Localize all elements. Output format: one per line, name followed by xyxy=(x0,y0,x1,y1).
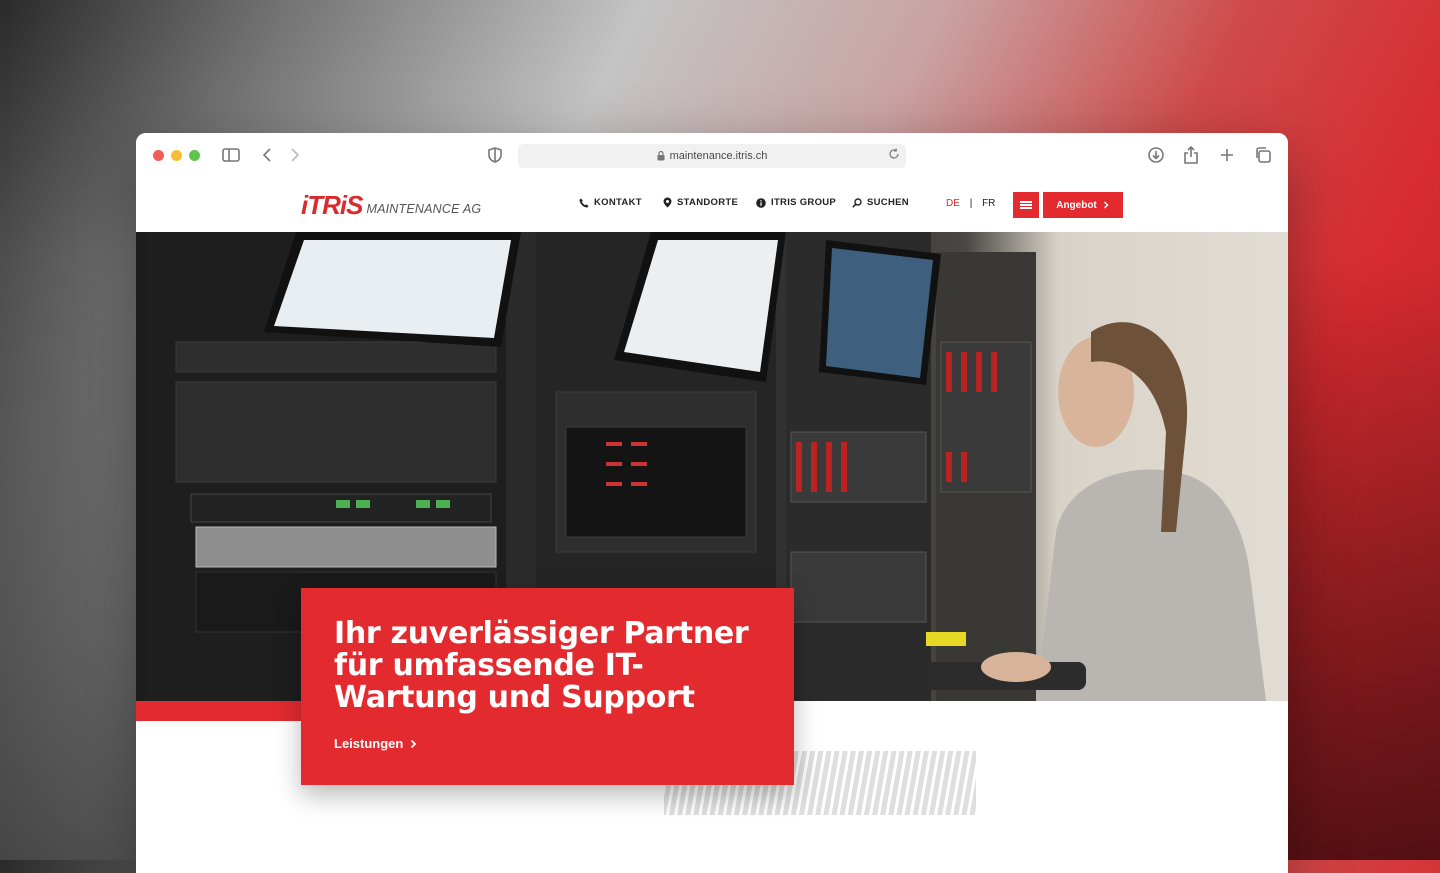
info-icon xyxy=(756,197,766,208)
lang-separator: | xyxy=(969,198,973,209)
lang-de[interactable]: DE xyxy=(946,198,960,209)
chevron-right-icon xyxy=(411,739,417,748)
nav-itris-group[interactable]: ITRIS GROUP xyxy=(756,197,836,208)
hero-card: Ihr zuverlässiger Partner für umfassende… xyxy=(301,588,794,785)
search-icon xyxy=(852,197,862,208)
new-tab-plus-icon[interactable] xyxy=(1217,144,1237,166)
nav-standorte-label: STANDORTE xyxy=(677,197,739,208)
address-bar[interactable]: maintenance.itris.ch xyxy=(518,144,906,168)
maximize-window-button[interactable] xyxy=(189,150,200,161)
lang-fr[interactable]: FR xyxy=(982,198,995,209)
nav-itris-group-label: ITRIS GROUP xyxy=(771,197,837,208)
nav-kontakt-label: KONTAKT xyxy=(594,197,642,208)
hamburger-icon xyxy=(1020,200,1032,211)
logo-subtitle: MAINTENANCE AG xyxy=(366,202,482,216)
angebot-button[interactable]: Angebot xyxy=(1043,192,1123,218)
lock-icon xyxy=(657,151,665,161)
site-header: iTRiS MAINTENANCE AG KONTAKT STANDORTE I… xyxy=(136,179,1288,232)
nav-standorte[interactable]: STANDORTE xyxy=(663,197,738,208)
tab-overview-icon[interactable] xyxy=(1253,144,1273,166)
download-icon[interactable] xyxy=(1146,144,1166,166)
chevron-right-icon xyxy=(1103,201,1109,209)
leistungen-link[interactable]: Leistungen xyxy=(334,736,418,751)
angebot-label: Angebot xyxy=(1056,199,1097,211)
logo-mark: iTRiS xyxy=(301,190,363,220)
phone-icon xyxy=(579,198,589,207)
back-arrow-icon[interactable] xyxy=(258,144,276,166)
browser-window: maintenance.itris.ch iTRiS MAINTENANCE A… xyxy=(136,133,1288,873)
browser-toolbar: maintenance.itris.ch xyxy=(136,133,1288,180)
minimize-window-button[interactable] xyxy=(171,150,182,161)
forward-arrow-icon[interactable] xyxy=(286,144,304,166)
nav-suchen-label: SUCHEN xyxy=(867,197,909,208)
hero-title: Ihr zuverlässiger Partner für umfassende… xyxy=(334,616,749,715)
hamburger-menu-button[interactable] xyxy=(1013,192,1039,218)
sidebar-toggle-icon[interactable] xyxy=(220,144,242,166)
nav-kontakt[interactable]: KONTAKT xyxy=(579,197,642,208)
hero-red-accent-strip xyxy=(136,701,306,721)
leistungen-label: Leistungen xyxy=(334,736,404,751)
share-icon[interactable] xyxy=(1181,144,1201,166)
itris-logo[interactable]: iTRiS MAINTENANCE AG xyxy=(301,190,482,220)
nav-suchen[interactable]: SUCHEN xyxy=(852,197,909,208)
close-window-button[interactable] xyxy=(153,150,164,161)
location-pin-icon xyxy=(663,197,672,208)
url-text: maintenance.itris.ch xyxy=(669,150,768,162)
privacy-shield-icon[interactable] xyxy=(485,144,505,166)
reload-icon[interactable] xyxy=(888,148,900,163)
language-switcher: DE | FR xyxy=(946,198,995,209)
